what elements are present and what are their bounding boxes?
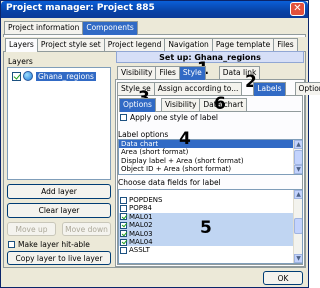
globe-icon bbox=[23, 71, 33, 81]
annotation-5: 5 bbox=[200, 218, 212, 238]
tab-project-legend[interactable]: Project legend bbox=[103, 38, 166, 51]
field-checkbox[interactable] bbox=[120, 238, 127, 246]
tab-assign-according-to[interactable]: Assign according to... bbox=[153, 82, 243, 95]
window-title: Project manager: Project 885 bbox=[6, 3, 155, 13]
project-manager-window: Project manager: Project 885 ✕ Project i… bbox=[0, 0, 320, 288]
list-item[interactable]: Data chart bbox=[119, 140, 302, 149]
field-label: ASSLT bbox=[129, 246, 150, 255]
close-icon: ✕ bbox=[293, 3, 302, 14]
field-label: MAL03 bbox=[129, 229, 153, 238]
apply-one-style-checkbox[interactable] bbox=[120, 114, 127, 121]
setup-title-bar: Set up: Ghana_regions bbox=[116, 51, 304, 63]
tab-components[interactable]: Components bbox=[82, 21, 138, 35]
field-label: MAL04 bbox=[129, 237, 153, 246]
tab-label-visibility[interactable]: Visibility bbox=[160, 98, 201, 111]
field-checkbox[interactable] bbox=[120, 205, 127, 213]
label-subtabs: Options Visibility Data chart bbox=[119, 98, 248, 112]
layer-item-ghana-regions[interactable]: Ghana_regions bbox=[12, 71, 96, 81]
list-item[interactable]: Area (short format) bbox=[119, 148, 302, 156]
top-tab-panel-edge bbox=[3, 34, 306, 37]
make-hitable-checkbox[interactable] bbox=[8, 241, 15, 248]
tab-labels[interactable]: Labels bbox=[253, 82, 286, 96]
field-checkbox[interactable] bbox=[120, 230, 127, 238]
apply-one-style-label: Apply one style of label bbox=[130, 113, 219, 122]
layers-list[interactable]: Ghana_regions bbox=[7, 67, 111, 180]
fields-scrollbar[interactable]: ▲ ▼ bbox=[293, 190, 302, 263]
scroll-thumb[interactable] bbox=[294, 218, 302, 234]
annotation-4: 4 bbox=[179, 129, 191, 149]
clear-layer-button[interactable]: Clear layer bbox=[7, 203, 111, 218]
list-item[interactable]: MAL04 bbox=[119, 237, 302, 247]
tab-style[interactable]: Style bbox=[178, 66, 206, 80]
field-checkbox[interactable] bbox=[120, 213, 127, 221]
tab-navigation[interactable]: Navigation bbox=[164, 38, 213, 51]
apply-one-style-row[interactable]: Apply one style of label bbox=[120, 113, 218, 122]
move-down-button[interactable]: Move down bbox=[62, 222, 111, 236]
scroll-up-icon[interactable]: ▲ bbox=[294, 190, 302, 199]
copy-to-live-layer-button[interactable]: Copy layer to live layer bbox=[7, 251, 111, 265]
scroll-down-icon[interactable]: ▼ bbox=[294, 165, 302, 174]
layers-heading: Layers bbox=[8, 57, 33, 66]
label-options-list[interactable]: Data chart Area (short format) Display l… bbox=[118, 139, 303, 175]
main-tabs: Layers Project style set Project legend … bbox=[5, 38, 298, 52]
top-tabs: Project information Components bbox=[4, 21, 138, 35]
list-item[interactable]: ASSLT bbox=[119, 246, 302, 254]
make-hitable-label: Make layer hit-able bbox=[18, 240, 90, 249]
tab-layers[interactable]: Layers bbox=[5, 38, 38, 52]
layer-item-label: Ghana_regions bbox=[36, 71, 96, 81]
tab-project-information[interactable]: Project information bbox=[4, 21, 84, 34]
tab-options[interactable]: Options bbox=[294, 82, 320, 95]
scroll-down-icon[interactable]: ▼ bbox=[294, 254, 302, 263]
field-checkbox[interactable] bbox=[120, 221, 127, 229]
scroll-up-icon[interactable]: ▲ bbox=[294, 140, 302, 149]
label-options-scrollbar[interactable]: ▲ ▼ bbox=[293, 140, 302, 174]
list-item[interactable]: Object ID + Area (short format) bbox=[119, 165, 302, 173]
tab-visibility[interactable]: Visibility bbox=[117, 66, 157, 79]
field-checkbox[interactable] bbox=[120, 247, 127, 255]
field-label: POP84 bbox=[129, 204, 152, 213]
list-item[interactable]: Display label + Area (short format) bbox=[119, 157, 302, 165]
move-up-button[interactable]: Move up bbox=[7, 222, 56, 236]
title-bar[interactable]: Project manager: Project 885 ✕ bbox=[1, 1, 308, 18]
field-label: MAL02 bbox=[129, 221, 153, 230]
layer-visible-checkbox[interactable] bbox=[12, 71, 21, 81]
list-item[interactable]: POP84 bbox=[119, 204, 302, 212]
make-hitable-checkbox-row[interactable]: Make layer hit-able bbox=[8, 240, 90, 249]
field-label: POPDENS bbox=[129, 196, 163, 204]
list-item[interactable]: POPDENS bbox=[119, 196, 302, 204]
field-label: MAL01 bbox=[129, 212, 153, 221]
add-layer-button[interactable]: Add layer bbox=[7, 184, 111, 199]
ok-button[interactable]: OK bbox=[263, 271, 303, 285]
annotation-6: 6 bbox=[214, 94, 226, 114]
tab-files[interactable]: Files bbox=[273, 38, 298, 51]
fields-heading: Choose data fields for label bbox=[118, 178, 221, 187]
label-options-heading: Label options bbox=[118, 130, 169, 139]
setup-tabs: Visibility Files Style Data link bbox=[117, 66, 261, 80]
tab-label-options[interactable]: Options bbox=[119, 98, 156, 112]
scroll-thumb[interactable] bbox=[294, 150, 302, 165]
close-button[interactable]: ✕ bbox=[290, 2, 305, 16]
tab-files-layer[interactable]: Files bbox=[155, 66, 180, 79]
tab-project-style-set[interactable]: Project style set bbox=[36, 38, 105, 51]
field-checkbox[interactable] bbox=[120, 196, 127, 204]
tab-page-template[interactable]: Page template bbox=[211, 38, 275, 51]
